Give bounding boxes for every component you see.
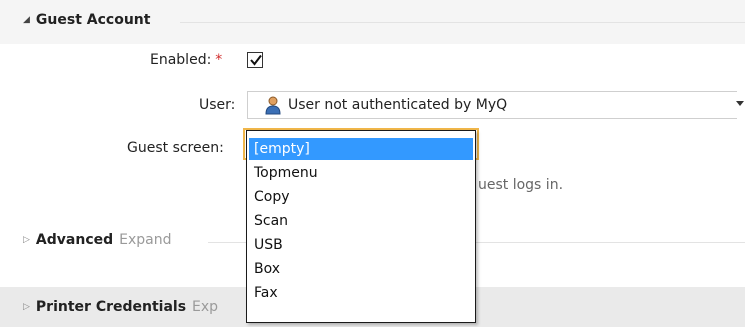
user-label: User: <box>199 97 236 113</box>
guest-screen-dropdown-list[interactable]: [empty] Topmenu Copy Scan USB Box Fax <box>246 130 476 323</box>
advanced-toggle[interactable]: ▷ Advanced Expand <box>23 232 172 248</box>
triangle-right-icon: ▷ <box>23 235 30 245</box>
enabled-label: Enabled: <box>150 52 212 68</box>
section-divider <box>180 22 745 23</box>
guest-screen-option[interactable]: Fax <box>249 282 473 304</box>
enabled-checkbox[interactable] <box>247 52 263 68</box>
printer-credentials-toggle[interactable]: ▷ Printer Credentials Exp <box>23 299 218 315</box>
advanced-expand-link[interactable]: Expand <box>119 232 171 248</box>
printer-credentials-title: Printer Credentials <box>35 299 187 315</box>
user-combobox[interactable]: User not authenticated by MyQ <box>247 91 737 119</box>
printer-credentials-expand-link[interactable]: Exp <box>192 299 218 315</box>
triangle-right-icon: ▷ <box>23 302 30 312</box>
enabled-label-row: Enabled: * <box>150 52 222 68</box>
guest-screen-hint: uest logs in. <box>478 177 564 193</box>
guest-screen-option[interactable]: Topmenu <box>249 162 473 184</box>
guest-screen-label: Guest screen: <box>127 140 224 156</box>
guest-account-toggle[interactable]: ◢ Guest Account <box>23 12 150 28</box>
user-icon <box>263 95 283 119</box>
guest-account-title: Guest Account <box>35 12 151 28</box>
advanced-title: Advanced <box>35 232 114 248</box>
required-mark: * <box>215 52 223 68</box>
guest-screen-option[interactable]: Scan <box>249 210 473 232</box>
guest-screen-option[interactable]: Box <box>249 258 473 280</box>
chevron-down-icon[interactable] <box>736 101 744 106</box>
triangle-down-icon: ◢ <box>23 15 30 25</box>
user-value: User not authenticated by MyQ <box>288 97 508 113</box>
guest-screen-option[interactable]: USB <box>249 234 473 256</box>
guest-screen-option[interactable]: Copy <box>249 186 473 208</box>
check-icon <box>250 54 262 66</box>
guest-screen-option[interactable]: [empty] <box>249 138 473 160</box>
